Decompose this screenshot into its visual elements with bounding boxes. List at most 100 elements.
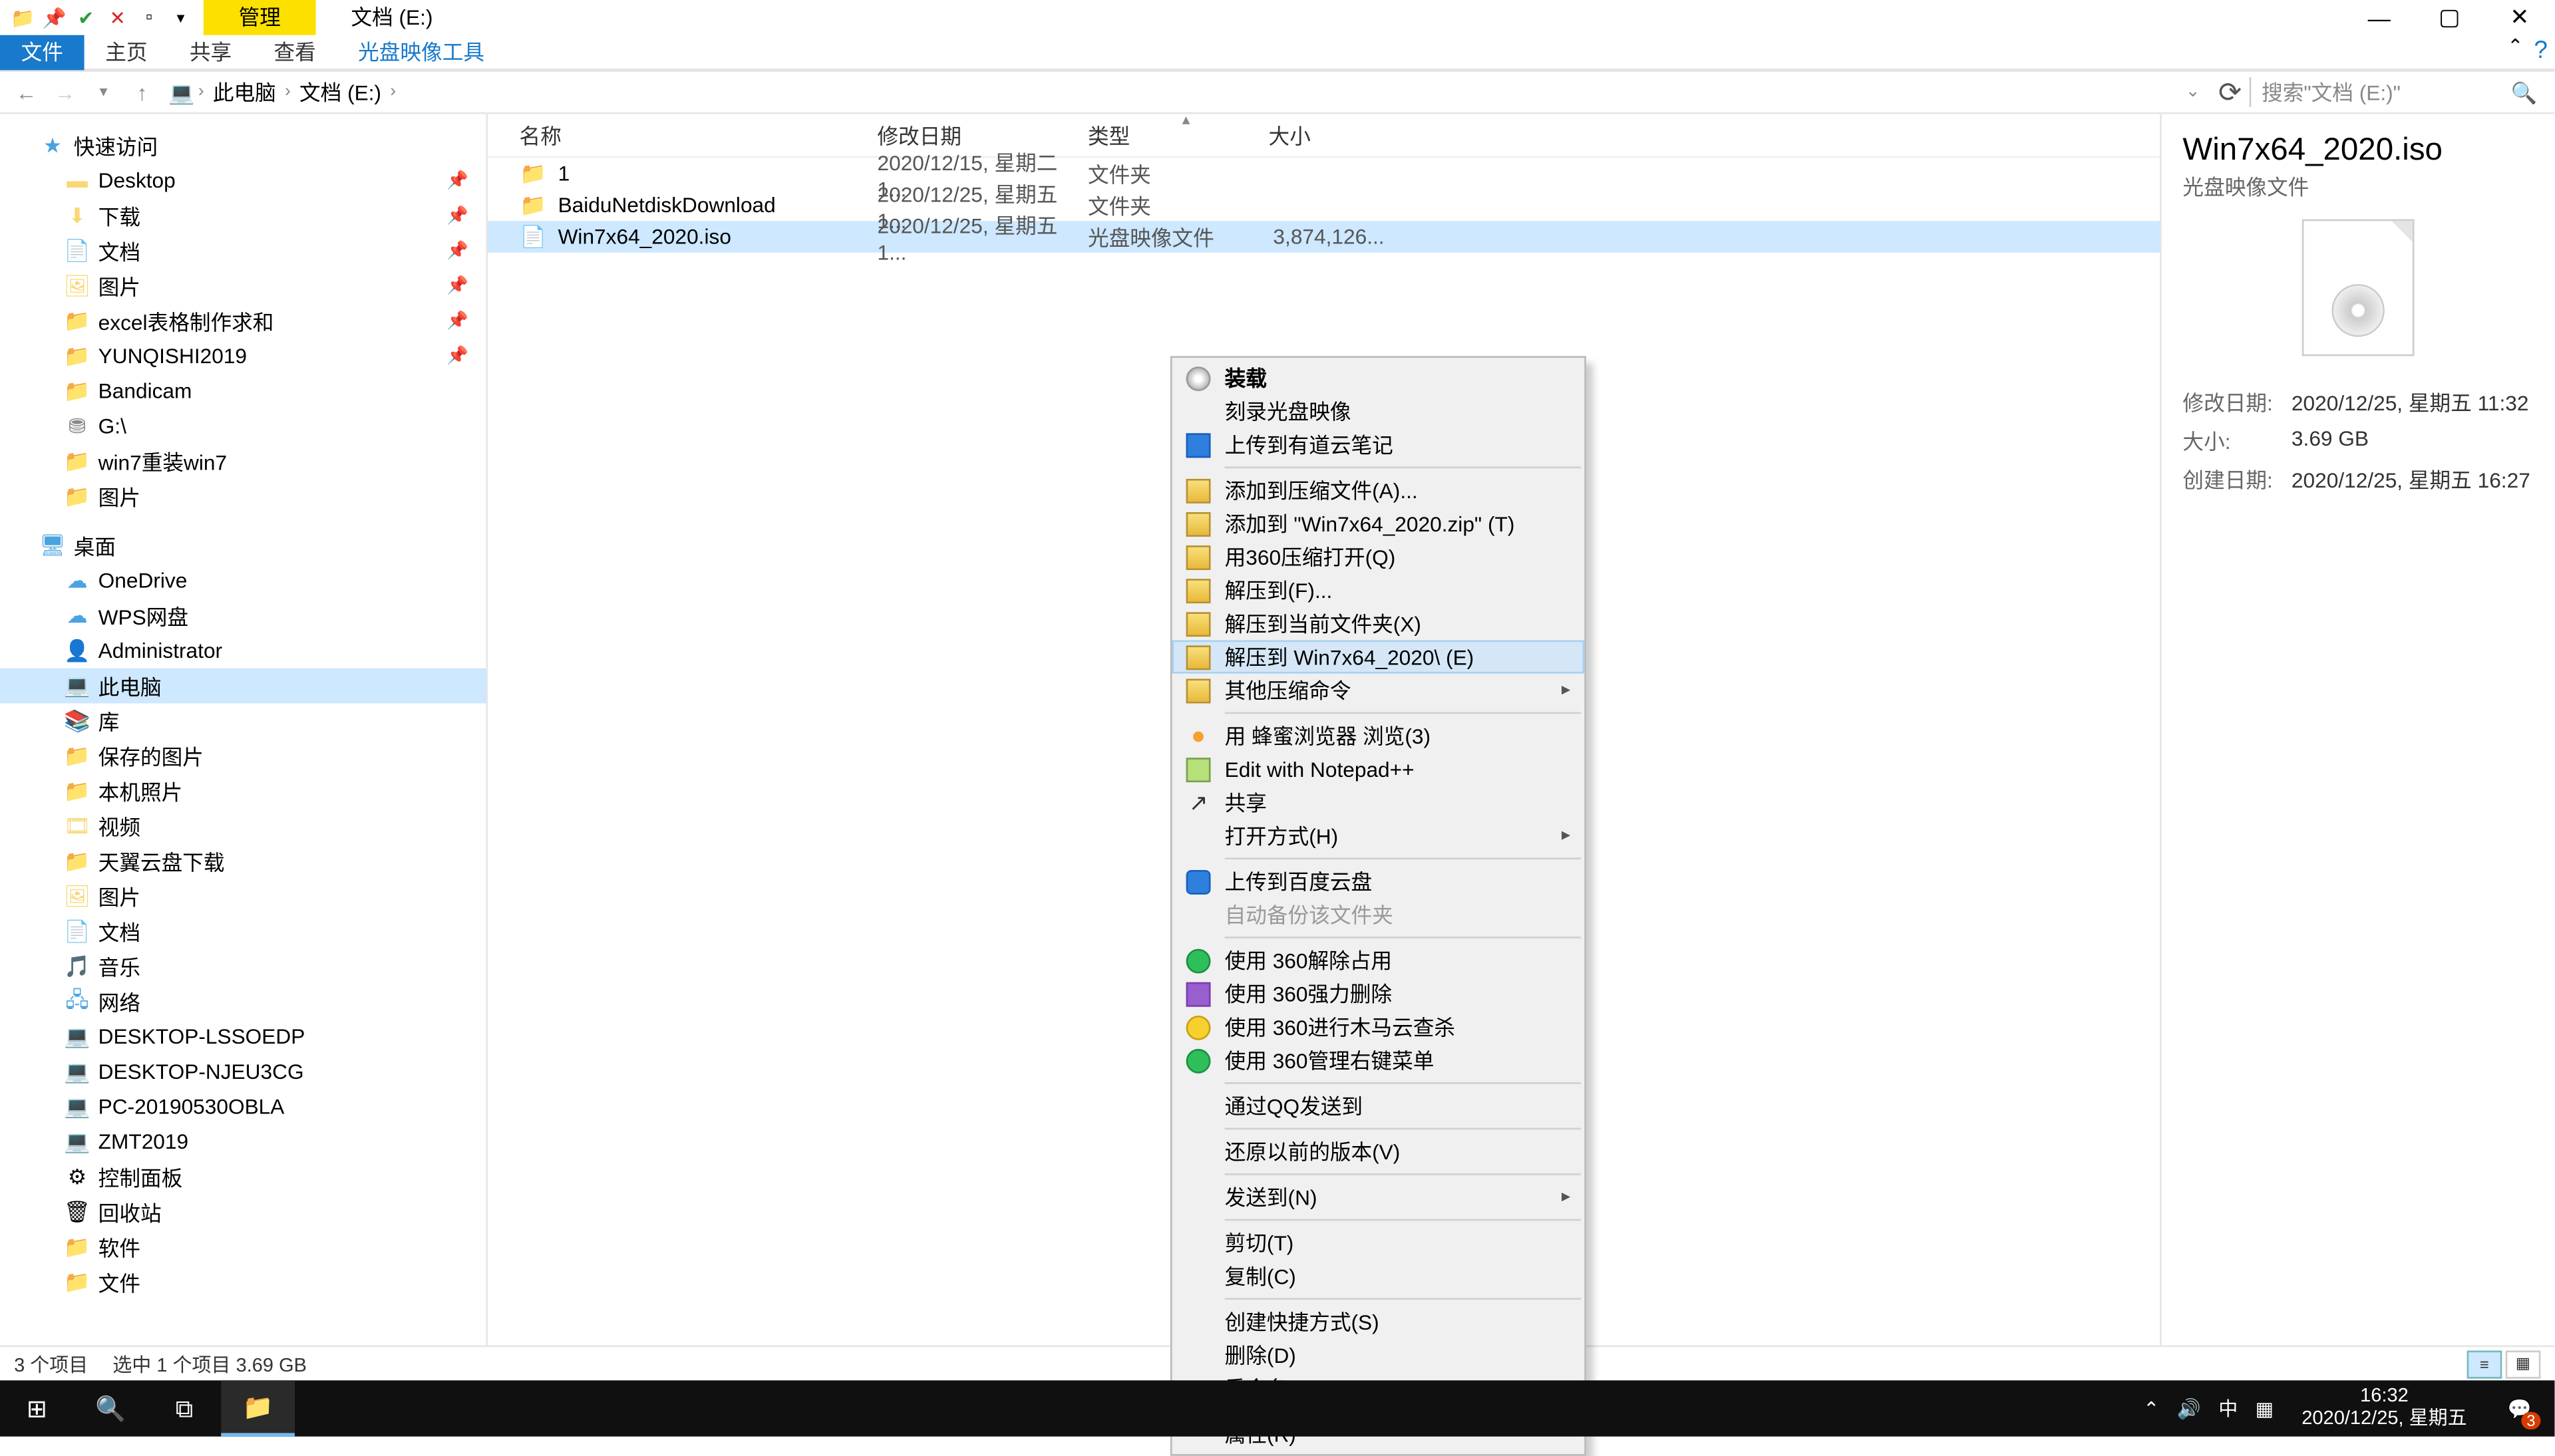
menu-item[interactable]: 上传到有道云笔记 [1172,428,1585,461]
nav-item[interactable]: 📁天翼云盘下载 [0,843,486,879]
menu-item[interactable]: 解压到(F)... [1172,573,1585,607]
nav-item[interactable]: ▬Desktop📌 [0,163,486,198]
menu-item[interactable]: 复制(C) [1172,1259,1585,1292]
start-button[interactable]: ⊞ [0,1380,74,1436]
crumb-pc[interactable]: 此电脑 [208,77,281,107]
ribbon-collapse-icon[interactable]: ⌃ [2507,35,2523,71]
nav-item[interactable]: 🖼图片📌 [0,268,486,303]
nav-item[interactable]: 📁文件 [0,1264,486,1300]
menu-item[interactable]: 刻录光盘映像 [1172,394,1585,428]
minimize-button[interactable]: — [2344,0,2414,35]
qat-check-icon[interactable]: ✔ [70,2,101,33]
col-size[interactable]: 大小 [1269,120,1392,150]
taskview-button[interactable]: ⧉ [148,1380,222,1436]
file-row[interactable]: 📁12020/12/15, 星期二 1...文件夹 [488,158,2160,189]
nav-item[interactable]: 🎵音乐 [0,949,486,984]
qat-pin-icon[interactable]: 📌 [39,2,70,33]
menu-item[interactable]: Edit with Notepad++ [1172,752,1585,786]
file-list-pane[interactable]: ▴ 名称 修改日期 类型 大小 📁12020/12/15, 星期二 1...文件… [488,114,2160,1345]
recent-dropdown-icon[interactable]: ▾ [85,82,123,102]
address-dropdown-icon[interactable]: ⌄ [2175,82,2211,102]
nav-item[interactable]: ⛃G:\ [0,408,486,444]
menu-item[interactable]: 剪切(T) [1172,1226,1585,1259]
menu-item[interactable]: 打开方式(H)▸ [1172,819,1585,852]
nav-item[interactable]: 💻PC-20190530OBLA [0,1090,486,1125]
nav-this-pc[interactable]: 💻此电脑 [0,668,486,704]
file-row[interactable]: 📁BaiduNetdiskDownload2020/12/25, 星期五 1..… [488,190,2160,221]
nav-item[interactable]: 🖼图片 [0,879,486,914]
menu-item[interactable]: 装载 [1172,361,1585,394]
nav-item[interactable]: 📁YUNQISHI2019📌 [0,339,486,374]
system-tray[interactable]: ⌃ 🔊 中 ▦ 16:32 2020/12/25, 星期五 💬3 [2143,1380,2554,1436]
menu-item[interactable]: 发送到(N)▸ [1172,1181,1585,1214]
maximize-button[interactable]: ▢ [2415,0,2484,35]
menu-item[interactable]: 使用 360进行木马云查杀 [1172,1010,1585,1044]
nav-item[interactable]: ⬇下载📌 [0,198,486,233]
clock[interactable]: 16:32 2020/12/25, 星期五 [2291,1385,2477,1431]
chevron-right-icon[interactable]: › [387,82,399,102]
crumb-drive[interactable]: 文档 (E:) [294,77,387,107]
qat-new-icon[interactable]: ▫ [133,2,164,33]
taskbar[interactable]: ⊞ 🔍 ⧉ 📁 ⌃ 🔊 中 ▦ 16:32 2020/12/25, 星期五 💬3 [0,1380,2554,1436]
nav-item[interactable]: ☁WPS网盘 [0,598,486,633]
qat-dropdown-icon[interactable]: ▾ [165,2,196,33]
ribbon-tab-share[interactable]: 共享 [168,35,253,71]
menu-item[interactable]: 通过QQ发送到 [1172,1090,1585,1123]
nav-item[interactable]: 💻DESKTOP-LSSOEDP [0,1019,486,1054]
up-button[interactable]: ↑ [123,80,162,104]
menu-item[interactable]: 还原以前的版本(V) [1172,1135,1585,1168]
nav-item[interactable]: 📁excel表格制作求和📌 [0,303,486,339]
tray-app-icon[interactable]: ▦ [2256,1397,2274,1419]
back-button[interactable]: ← [7,80,46,104]
nav-item[interactable]: 📁保存的图片 [0,738,486,774]
menu-item[interactable]: 使用 360强力删除 [1172,977,1585,1010]
nav-desktop[interactable]: 🖥桌面 [0,528,486,563]
menu-item[interactable]: 添加到 "Win7x64_2020.zip" (T) [1172,507,1585,540]
menu-item[interactable]: 解压到当前文件夹(X) [1172,607,1585,640]
ribbon-tab-tool[interactable]: 光盘映像工具 [337,35,505,71]
context-tab[interactable]: 管理 [204,0,316,35]
search-input[interactable]: 搜索"文档 (E:)" 🔍 [2250,77,2548,107]
help-icon[interactable]: ? [2534,35,2548,71]
nav-item[interactable]: 📁图片 [0,479,486,514]
view-large-button[interactable]: ▦ [2506,1350,2541,1378]
ribbon-tab-file[interactable]: 文件 [0,35,85,71]
file-row[interactable]: 📄Win7x64_2020.iso2020/12/25, 星期五 1...光盘映… [488,221,2160,252]
chevron-right-icon[interactable]: › [195,82,208,102]
chevron-right-icon[interactable]: › [281,82,294,102]
view-details-button[interactable]: ≡ [2467,1350,2502,1378]
ime-indicator[interactable]: 中 [2218,1394,2238,1422]
nav-item[interactable]: ☁OneDrive [0,563,486,598]
menu-item[interactable]: 使用 360解除占用 [1172,944,1585,977]
qat-close-icon[interactable]: ✕ [102,2,133,33]
nav-item[interactable]: 🗑回收站 [0,1195,486,1230]
col-modified[interactable]: 修改日期 [878,120,1088,150]
nav-item[interactable]: 👤Administrator [0,633,486,668]
explorer-taskbar-button[interactable]: 📁 [221,1380,295,1436]
nav-item[interactable]: 💻DESKTOP-NJEU3CG [0,1054,486,1090]
menu-item[interactable]: ↗共享 [1172,786,1585,819]
ribbon-tab-view[interactable]: 查看 [253,35,337,71]
forward-button[interactable]: → [46,80,85,104]
search-button[interactable]: 🔍 [74,1380,148,1436]
menu-item[interactable]: 其他压缩命令▸ [1172,674,1585,707]
tray-up-icon[interactable]: ⌃ [2143,1397,2159,1419]
nav-item[interactable]: 📄文档 [0,914,486,949]
menu-item[interactable]: 用360压缩打开(Q) [1172,540,1585,573]
menu-item[interactable]: 用 蜂蜜浏览器 浏览(3) [1172,719,1585,752]
volume-icon[interactable]: 🔊 [2177,1397,2201,1419]
nav-item[interactable]: 📁win7重装win7 [0,444,486,479]
notification-button[interactable]: 💬3 [2495,1380,2544,1436]
nav-item[interactable]: ⚙控制面板 [0,1159,486,1195]
nav-quick-access[interactable]: ★快速访问 [0,128,486,164]
menu-item[interactable]: 解压到 Win7x64_2020\ (E) [1172,641,1585,674]
nav-item[interactable]: 📄文档📌 [0,233,486,269]
menu-item[interactable]: 添加到压缩文件(A)... [1172,474,1585,507]
nav-item[interactable]: 📁软件 [0,1230,486,1265]
nav-item[interactable]: 📁Bandicam [0,374,486,409]
nav-network[interactable]: 🖧网络 [0,984,486,1019]
nav-tree[interactable]: ★快速访问 ▬Desktop📌 ⬇下载📌 📄文档📌 🖼图片📌 📁excel表格制… [0,114,488,1345]
ribbon-tab-home[interactable]: 主页 [85,35,169,71]
nav-item[interactable]: 💻ZMT2019 [0,1124,486,1159]
nav-item[interactable]: 📁本机照片 [0,774,486,809]
